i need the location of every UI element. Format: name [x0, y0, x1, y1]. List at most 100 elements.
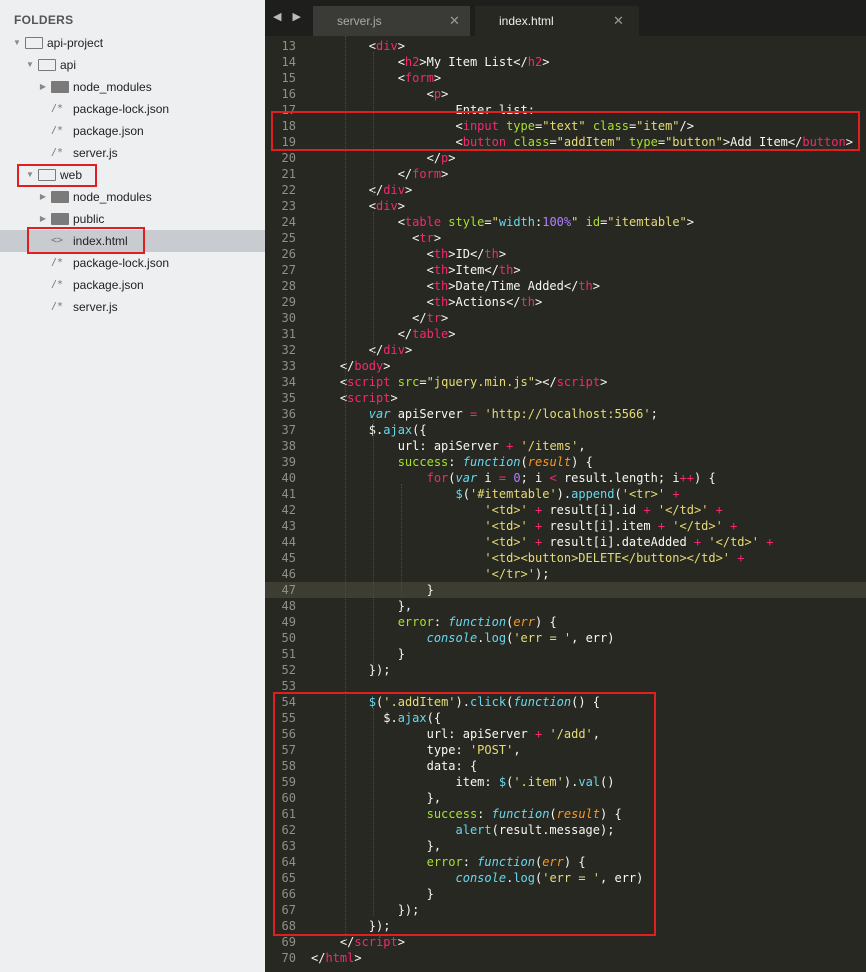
- code-line-40[interactable]: 40 for(var i = 0; i < result.length; i++…: [265, 470, 866, 486]
- tree-item-server-js[interactable]: /* server.js: [0, 296, 265, 318]
- code-line-27[interactable]: 27 <th>Item</th>: [265, 262, 866, 278]
- tree-item-package-lock-json[interactable]: /* package-lock.json: [0, 98, 265, 120]
- tree-item-api-project[interactable]: ▼ api-project: [0, 32, 265, 54]
- close-icon[interactable]: ✕: [449, 13, 460, 29]
- code-line-36[interactable]: 36 var apiServer = 'http://localhost:556…: [265, 406, 866, 422]
- disclosure-closed-icon[interactable]: ▶: [38, 76, 48, 98]
- code-token: =: [657, 135, 666, 149]
- code-line-69[interactable]: 69 </script>: [265, 934, 866, 950]
- disclosure-open-icon[interactable]: ▼: [25, 54, 35, 76]
- code-line-65[interactable]: 65 console.log('err = ', err): [265, 870, 866, 886]
- code-token: ajax: [383, 423, 413, 437]
- code-line-34[interactable]: 34 <script src="jquery.min.js"></script>: [265, 374, 866, 390]
- code-line-39[interactable]: 39 success: function(result) {: [265, 454, 866, 470]
- tree-item-package-lock-json[interactable]: /* package-lock.json: [0, 252, 265, 274]
- code-text: $.ajax({: [311, 710, 441, 726]
- code-line-19[interactable]: 19 <button class="addItem" type="button"…: [265, 134, 866, 150]
- code-line-45[interactable]: 45 '<td><button>DELETE</button></td>' +: [265, 550, 866, 566]
- code-line-50[interactable]: 50 console.log('err = ', err): [265, 630, 866, 646]
- code-token: >Add Item</: [722, 135, 803, 149]
- tree-item-package-json[interactable]: /* package.json: [0, 120, 265, 142]
- code-line-48[interactable]: 48 },: [265, 598, 866, 614]
- code-token: '</td>': [657, 503, 709, 517]
- code-line-46[interactable]: 46 '</tr>');: [265, 566, 866, 582]
- code-line-53[interactable]: 53: [265, 678, 866, 694]
- tree-item-label: public: [73, 212, 105, 226]
- code-line-41[interactable]: 41 $('#itemtable').append('<tr>' +: [265, 486, 866, 502]
- disclosure-open-icon[interactable]: ▼: [25, 164, 35, 186]
- tree-item-index-html[interactable]: <> index.html: [0, 230, 265, 252]
- code-line-60[interactable]: 60 },: [265, 790, 866, 806]
- code-line-31[interactable]: 31 </table>: [265, 326, 866, 342]
- code-line-55[interactable]: 55 $.ajax({: [265, 710, 866, 726]
- code-line-21[interactable]: 21 </form>: [265, 166, 866, 182]
- tab-index-html[interactable]: index.html ✕: [475, 6, 639, 36]
- close-icon[interactable]: ✕: [613, 13, 624, 29]
- code-line-58[interactable]: 58 data: {: [265, 758, 866, 774]
- code-token: class: [592, 119, 629, 133]
- tab-nav-arrows-icon[interactable]: ◀ ▶: [273, 10, 305, 23]
- code-token: th: [498, 263, 514, 277]
- code-line-47[interactable]: 47 }: [265, 582, 866, 598]
- code-line-57[interactable]: 57 type: 'POST',: [265, 742, 866, 758]
- code-line-25[interactable]: 25 <tr>: [265, 230, 866, 246]
- tab-server-js[interactable]: server.js ✕: [313, 6, 470, 36]
- tree-item-public[interactable]: ▶ public: [0, 208, 265, 230]
- disclosure-open-icon[interactable]: ▼: [12, 32, 22, 54]
- tree-item-server-js[interactable]: /* server.js: [0, 142, 265, 164]
- tree-item-web[interactable]: ▼ web: [0, 164, 265, 186]
- code-line-20[interactable]: 20 </p>: [265, 150, 866, 166]
- code-line-66[interactable]: 66 }: [265, 886, 866, 902]
- tree-item-package-json[interactable]: /* package.json: [0, 274, 265, 296]
- code-line-33[interactable]: 33 </body>: [265, 358, 866, 374]
- code-line-68[interactable]: 68 });: [265, 918, 866, 934]
- code-token: >ID</: [448, 247, 485, 261]
- tree-item-api[interactable]: ▼ api: [0, 54, 265, 76]
- code-token: =: [419, 375, 427, 389]
- code-line-52[interactable]: 52 });: [265, 662, 866, 678]
- code-line-56[interactable]: 56 url: apiServer + '/add',: [265, 726, 866, 742]
- disclosure-closed-icon[interactable]: ▶: [38, 186, 48, 208]
- code-line-17[interactable]: 17 Enter list:: [265, 102, 866, 118]
- code-line-13[interactable]: 13 <div>: [265, 38, 866, 54]
- code-line-30[interactable]: 30 </tr>: [265, 310, 866, 326]
- code-line-32[interactable]: 32 </div>: [265, 342, 866, 358]
- code-line-22[interactable]: 22 </div>: [265, 182, 866, 198]
- code-line-26[interactable]: 26 <th>ID</th>: [265, 246, 866, 262]
- code-line-16[interactable]: 16 <p>: [265, 86, 866, 102]
- code-line-54[interactable]: 54 $('.addItem').click(function() {: [265, 694, 866, 710]
- code-line-61[interactable]: 61 success: function(result) {: [265, 806, 866, 822]
- code-line-14[interactable]: 14 <h2>My Item List</h2>: [265, 54, 866, 70]
- tree-item-node-modules[interactable]: ▶ node_modules: [0, 186, 265, 208]
- code-line-29[interactable]: 29 <th>Actions</th>: [265, 294, 866, 310]
- code-line-28[interactable]: 28 <th>Date/Time Added</th>: [265, 278, 866, 294]
- indent-guide: [401, 484, 403, 596]
- code-line-37[interactable]: 37 $.ajax({: [265, 422, 866, 438]
- code-line-63[interactable]: 63 },: [265, 838, 866, 854]
- tree-item-node-modules[interactable]: ▶ node_modules: [0, 76, 265, 98]
- code-line-67[interactable]: 67 });: [265, 902, 866, 918]
- code-line-49[interactable]: 49 error: function(err) {: [265, 614, 866, 630]
- tree-item-label: package-lock.json: [73, 256, 170, 270]
- code-line-38[interactable]: 38 url: apiServer + '/items',: [265, 438, 866, 454]
- code-line-23[interactable]: 23 <div>: [265, 198, 866, 214]
- code-token: err: [542, 855, 564, 869]
- code-line-51[interactable]: 51 }: [265, 646, 866, 662]
- code-line-42[interactable]: 42 '<td>' + result[i].id + '</td>' +: [265, 502, 866, 518]
- code-line-15[interactable]: 15 <form>: [265, 70, 866, 86]
- code-line-59[interactable]: 59 item: $('.item').val(): [265, 774, 866, 790]
- code-token: >Actions</: [448, 295, 521, 309]
- code-line-43[interactable]: 43 '<td>' + result[i].item + '</td>' +: [265, 518, 866, 534]
- disclosure-closed-icon[interactable]: ▶: [38, 208, 48, 230]
- code-line-64[interactable]: 64 error: function(err) {: [265, 854, 866, 870]
- code-line-18[interactable]: 18 <input type="text" class="item"/>: [265, 118, 866, 134]
- code-editor[interactable]: 13 <div> 14 <h2>My Item List</h2> 15 <form…: [265, 36, 866, 972]
- code-line-44[interactable]: 44 '<td>' + result[i].dateAdded + '</td>…: [265, 534, 866, 550]
- code-line-35[interactable]: 35 <script>: [265, 390, 866, 406]
- code-text: <tr>: [311, 230, 441, 246]
- code-line-70[interactable]: 70 </html>: [265, 950, 866, 966]
- code-line-24[interactable]: 24 <table style="width:100%" id="itemtab…: [265, 214, 866, 230]
- code-line-62[interactable]: 62 alert(result.message);: [265, 822, 866, 838]
